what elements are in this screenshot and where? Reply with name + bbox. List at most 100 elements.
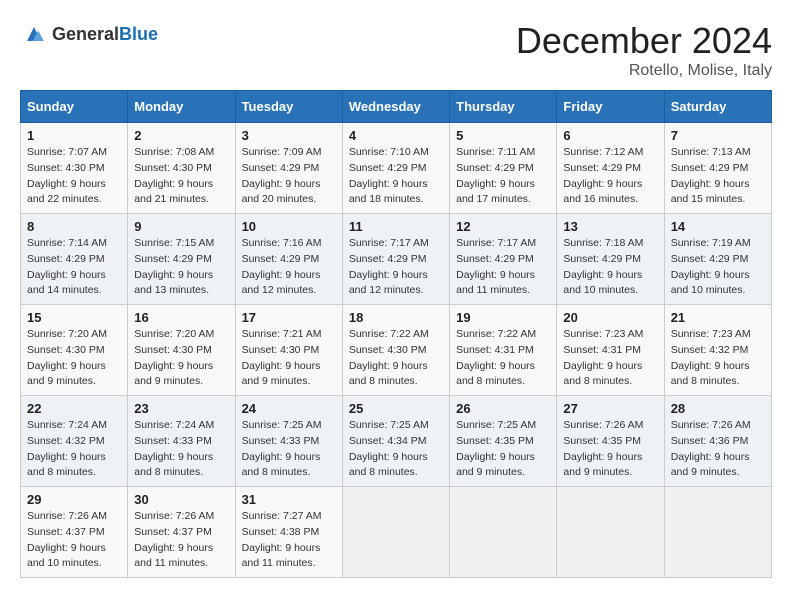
calendar-table: SundayMondayTuesdayWednesdayThursdayFrid…: [20, 90, 772, 578]
logo-icon: [20, 20, 48, 48]
day-number: 8: [27, 219, 121, 234]
day-number: 26: [456, 401, 550, 416]
day-info: Sunrise: 7:26 AMSunset: 4:36 PMDaylight:…: [671, 418, 765, 481]
logo: GeneralBlue: [20, 20, 158, 48]
calendar-day-cell: 7Sunrise: 7:13 AMSunset: 4:29 PMDaylight…: [664, 123, 771, 214]
day-number: 22: [27, 401, 121, 416]
day-info: Sunrise: 7:26 AMSunset: 4:35 PMDaylight:…: [563, 418, 657, 481]
day-info: Sunrise: 7:23 AMSunset: 4:32 PMDaylight:…: [671, 327, 765, 390]
day-info: Sunrise: 7:24 AMSunset: 4:33 PMDaylight:…: [134, 418, 228, 481]
day-number: 19: [456, 310, 550, 325]
day-info: Sunrise: 7:27 AMSunset: 4:38 PMDaylight:…: [242, 509, 336, 572]
day-info: Sunrise: 7:21 AMSunset: 4:30 PMDaylight:…: [242, 327, 336, 390]
day-number: 28: [671, 401, 765, 416]
calendar-week-row: 1 Sunrise: 7:07 AMSunset: 4:30 PMDaylight…: [21, 123, 772, 214]
calendar-day-cell: [342, 487, 449, 578]
day-number: 25: [349, 401, 443, 416]
day-info: Sunrise: 7:22 AMSunset: 4:31 PMDaylight:…: [456, 327, 550, 390]
day-number: 27: [563, 401, 657, 416]
page-header: GeneralBlue December 2024 Rotello, Molis…: [20, 20, 772, 80]
calendar-day-cell: 20 Sunrise: 7:23 AMSunset: 4:31 PMDayligh…: [557, 305, 664, 396]
day-info: Sunrise: 7:20 AMSunset: 4:30 PMDaylight:…: [27, 327, 121, 390]
day-number: 3: [242, 128, 336, 143]
calendar-day-cell: 6 Sunrise: 7:12 AMSunset: 4:29 PMDaylight…: [557, 123, 664, 214]
calendar-day-cell: 2Sunrise: 7:08 AMSunset: 4:30 PMDaylight…: [128, 123, 235, 214]
calendar-week-row: 22 Sunrise: 7:24 AMSunset: 4:32 PMDayligh…: [21, 396, 772, 487]
day-number: 24: [242, 401, 336, 416]
day-info: Sunrise: 7:26 AMSunset: 4:37 PMDaylight:…: [27, 509, 121, 572]
calendar-header: SundayMondayTuesdayWednesdayThursdayFrid…: [21, 91, 772, 123]
day-info: Sunrise: 7:07 AMSunset: 4:30 PMDaylight:…: [27, 145, 121, 208]
day-number: 4: [349, 128, 443, 143]
calendar-week-row: 8 Sunrise: 7:14 AMSunset: 4:29 PMDaylight…: [21, 214, 772, 305]
calendar-day-cell: 8 Sunrise: 7:14 AMSunset: 4:29 PMDaylight…: [21, 214, 128, 305]
day-info: Sunrise: 7:16 AMSunset: 4:29 PMDaylight:…: [242, 236, 336, 299]
day-number: 12: [456, 219, 550, 234]
day-info: Sunrise: 7:12 AMSunset: 4:29 PMDaylight:…: [563, 145, 657, 208]
location-subtitle: Rotello, Molise, Italy: [516, 62, 772, 80]
day-info: Sunrise: 7:24 AMSunset: 4:32 PMDaylight:…: [27, 418, 121, 481]
day-info: Sunrise: 7:15 AMSunset: 4:29 PMDaylight:…: [134, 236, 228, 299]
calendar-day-cell: 14 Sunrise: 7:19 AMSunset: 4:29 PMDayligh…: [664, 214, 771, 305]
calendar-day-cell: 28 Sunrise: 7:26 AMSunset: 4:36 PMDayligh…: [664, 396, 771, 487]
day-info: Sunrise: 7:17 AMSunset: 4:29 PMDaylight:…: [456, 236, 550, 299]
day-of-week-header: Saturday: [664, 91, 771, 123]
calendar-day-cell: 9 Sunrise: 7:15 AMSunset: 4:29 PMDaylight…: [128, 214, 235, 305]
day-info: Sunrise: 7:22 AMSunset: 4:30 PMDaylight:…: [349, 327, 443, 390]
calendar-day-cell: 16 Sunrise: 7:20 AMSunset: 4:30 PMDayligh…: [128, 305, 235, 396]
calendar-day-cell: 17 Sunrise: 7:21 AMSunset: 4:30 PMDayligh…: [235, 305, 342, 396]
day-info: Sunrise: 7:18 AMSunset: 4:29 PMDaylight:…: [563, 236, 657, 299]
day-of-week-header: Wednesday: [342, 91, 449, 123]
calendar-day-cell: 23 Sunrise: 7:24 AMSunset: 4:33 PMDayligh…: [128, 396, 235, 487]
calendar-day-cell: 5 Sunrise: 7:11 AMSunset: 4:29 PMDaylight…: [450, 123, 557, 214]
day-info: Sunrise: 7:10 AMSunset: 4:29 PMDaylight:…: [349, 145, 443, 208]
day-number: 30: [134, 492, 228, 507]
day-number: 13: [563, 219, 657, 234]
day-number: 14: [671, 219, 765, 234]
day-number: 11: [349, 219, 443, 234]
day-number: 16: [134, 310, 228, 325]
calendar-day-cell: [664, 487, 771, 578]
day-info: Sunrise: 7:17 AMSunset: 4:29 PMDaylight:…: [349, 236, 443, 299]
day-number: 6: [563, 128, 657, 143]
day-info: Sunrise: 7:09 AMSunset: 4:29 PMDaylight:…: [242, 145, 336, 208]
day-number: 29: [27, 492, 121, 507]
calendar-day-cell: 25 Sunrise: 7:25 AMSunset: 4:34 PMDayligh…: [342, 396, 449, 487]
day-info: Sunrise: 7:20 AMSunset: 4:30 PMDaylight:…: [134, 327, 228, 390]
day-info: Sunrise: 7:14 AMSunset: 4:29 PMDaylight:…: [27, 236, 121, 299]
day-info: Sunrise: 7:25 AMSunset: 4:34 PMDaylight:…: [349, 418, 443, 481]
day-number: 5: [456, 128, 550, 143]
day-of-week-header: Tuesday: [235, 91, 342, 123]
day-number: 23: [134, 401, 228, 416]
calendar-day-cell: [557, 487, 664, 578]
day-of-week-header: Thursday: [450, 91, 557, 123]
day-number: 15: [27, 310, 121, 325]
calendar-day-cell: 10 Sunrise: 7:16 AMSunset: 4:29 PMDayligh…: [235, 214, 342, 305]
calendar-day-cell: 19 Sunrise: 7:22 AMSunset: 4:31 PMDayligh…: [450, 305, 557, 396]
day-number: 17: [242, 310, 336, 325]
calendar-day-cell: 22 Sunrise: 7:24 AMSunset: 4:32 PMDayligh…: [21, 396, 128, 487]
day-number: 20: [563, 310, 657, 325]
day-info: Sunrise: 7:26 AMSunset: 4:37 PMDaylight:…: [134, 509, 228, 572]
logo-text-general: General: [52, 24, 119, 44]
day-number: 9: [134, 219, 228, 234]
calendar-day-cell: [450, 487, 557, 578]
calendar-day-cell: 3 Sunrise: 7:09 AMSunset: 4:29 PMDaylight…: [235, 123, 342, 214]
calendar-day-cell: 27 Sunrise: 7:26 AMSunset: 4:35 PMDayligh…: [557, 396, 664, 487]
logo-text-blue: Blue: [119, 24, 158, 44]
day-info: Sunrise: 7:19 AMSunset: 4:29 PMDaylight:…: [671, 236, 765, 299]
day-info: Sunrise: 7:23 AMSunset: 4:31 PMDaylight:…: [563, 327, 657, 390]
day-info: Sunrise: 7:11 AMSunset: 4:29 PMDaylight:…: [456, 145, 550, 208]
calendar-day-cell: 1 Sunrise: 7:07 AMSunset: 4:30 PMDaylight…: [21, 123, 128, 214]
days-of-week-row: SundayMondayTuesdayWednesdayThursdayFrid…: [21, 91, 772, 123]
calendar-day-cell: 11 Sunrise: 7:17 AMSunset: 4:29 PMDayligh…: [342, 214, 449, 305]
calendar-day-cell: 21Sunrise: 7:23 AMSunset: 4:32 PMDayligh…: [664, 305, 771, 396]
day-of-week-header: Monday: [128, 91, 235, 123]
day-number: 1: [27, 128, 121, 143]
day-number: 10: [242, 219, 336, 234]
calendar-week-row: 15 Sunrise: 7:20 AMSunset: 4:30 PMDayligh…: [21, 305, 772, 396]
day-info: Sunrise: 7:25 AMSunset: 4:33 PMDaylight:…: [242, 418, 336, 481]
day-number: 7: [671, 128, 765, 143]
calendar-day-cell: 13 Sunrise: 7:18 AMSunset: 4:29 PMDayligh…: [557, 214, 664, 305]
calendar-day-cell: 15 Sunrise: 7:20 AMSunset: 4:30 PMDayligh…: [21, 305, 128, 396]
